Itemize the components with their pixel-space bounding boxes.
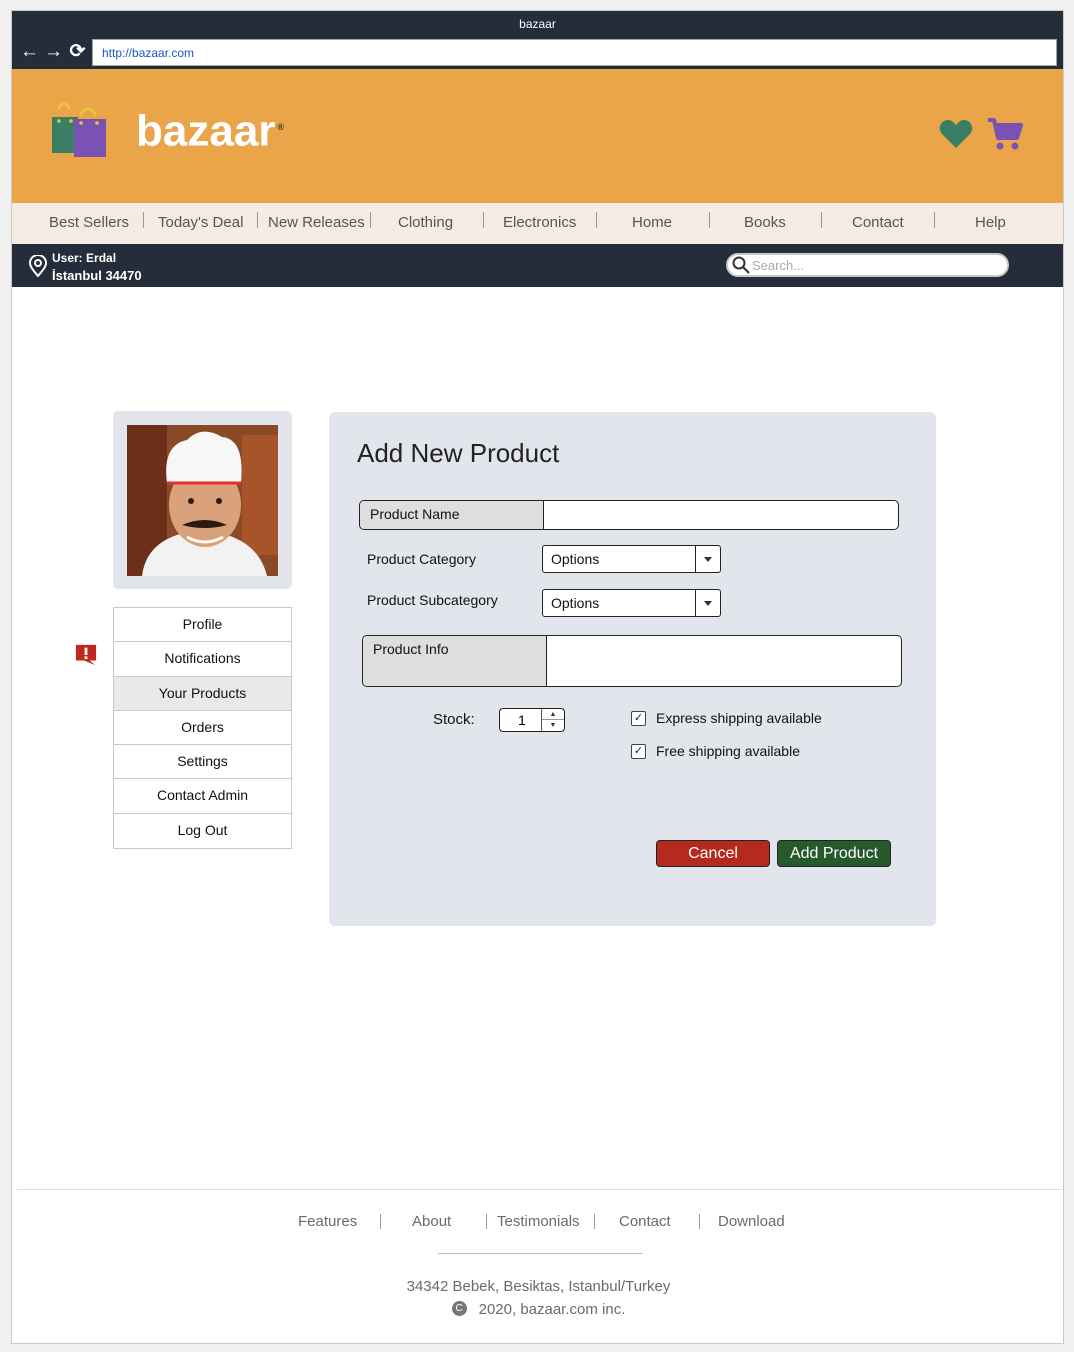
footer-separator	[486, 1214, 487, 1229]
menu-item-home[interactable]: Home	[632, 214, 672, 231]
footer-divider-short	[438, 1253, 643, 1254]
footer-divider	[17, 1189, 1062, 1190]
menu-separator	[934, 212, 935, 228]
site-logo[interactable]: bazaar ®	[50, 99, 330, 159]
menu-separator	[143, 212, 144, 228]
menu-item-books[interactable]: Books	[744, 214, 786, 231]
user-name: User: Erdal	[52, 251, 117, 265]
menu-separator	[821, 212, 822, 228]
search-placeholder: Search...	[752, 258, 805, 273]
location-pin-icon	[28, 255, 48, 277]
sidebar-item-profile[interactable]: Profile	[114, 608, 291, 643]
forward-arrow-icon[interactable]: →	[43, 41, 64, 63]
account-sidebar: Profile Notifications Your Products Orde…	[113, 607, 292, 850]
site-header: bazaar ®	[12, 69, 1063, 203]
menu-separator	[483, 212, 484, 228]
menu-item-help[interactable]: Help	[975, 214, 1006, 231]
sidebar-item-settings[interactable]: Settings	[114, 745, 291, 780]
brand-name: bazaar ®	[132, 101, 330, 156]
product-category-select[interactable]: Options	[542, 545, 721, 573]
footer-link-contact[interactable]: Contact	[619, 1213, 671, 1230]
add-product-button[interactable]: Add Product	[777, 840, 891, 867]
user-info: User: Erdal İstanbul 34470	[52, 250, 142, 284]
stock-label: Stock:	[433, 711, 475, 728]
footer-separator	[594, 1214, 595, 1229]
cart-icon[interactable]	[987, 117, 1023, 151]
heart-icon[interactable]	[939, 119, 973, 149]
footer-separator	[380, 1214, 381, 1229]
footer-link-about[interactable]: About	[412, 1213, 451, 1230]
checkbox-checked-icon[interactable]: ✓	[631, 743, 646, 759]
browser-window: bazaar ← → ⟳ http://bazaar.com bazaar®	[11, 10, 1064, 1344]
profile-photo-card	[113, 411, 292, 589]
shopping-bags-icon	[52, 102, 106, 157]
footer-link-testimonials[interactable]: Testimonials	[497, 1213, 580, 1230]
product-subcategory-value: Options	[551, 595, 600, 611]
browser-titlebar: bazaar ← → ⟳ http://bazaar.com	[12, 11, 1063, 69]
menu-item-todays-deal[interactable]: Today's Deal	[158, 214, 243, 231]
menu-separator	[596, 212, 597, 228]
menu-separator	[257, 212, 258, 228]
product-subcategory-label: Product Subcategory	[367, 592, 498, 608]
search-icon	[732, 256, 750, 274]
footer-address: 34342 Bebek, Besiktas, Istanbul/Turkey	[406, 1278, 671, 1295]
chevron-down-icon[interactable]	[695, 546, 720, 572]
menu-item-best-sellers[interactable]: Best Sellers	[49, 214, 129, 231]
notification-alert-icon[interactable]	[74, 644, 98, 666]
stock-value: 1	[518, 712, 526, 728]
product-name-field[interactable]: Product Name	[359, 500, 899, 530]
product-category-value: Options	[551, 551, 600, 567]
sidebar-item-notifications[interactable]: Notifications	[114, 642, 291, 677]
menu-item-contact[interactable]: Contact	[852, 214, 904, 231]
category-menu: Best Sellers Today's Deal New Releases C…	[12, 203, 1063, 244]
sidebar-item-log-out[interactable]: Log Out	[114, 813, 291, 849]
copyright-text: 2020, bazaar.com inc.	[478, 1301, 626, 1318]
profile-photo	[127, 425, 278, 576]
menu-item-new-releases[interactable]: New Releases	[268, 214, 365, 231]
reload-icon[interactable]: ⟳	[67, 41, 88, 63]
url-bar[interactable]: http://bazaar.com	[92, 39, 1057, 66]
product-subcategory-select[interactable]: Options	[542, 589, 721, 617]
footer-link-download[interactable]: Download	[718, 1213, 785, 1230]
window-title: bazaar	[519, 17, 556, 31]
sidebar-item-orders[interactable]: Orders	[114, 710, 291, 746]
panel-title: Add New Product	[357, 438, 560, 468]
footer-link-features[interactable]: Features	[298, 1213, 357, 1230]
menu-item-clothing[interactable]: Clothing	[398, 214, 453, 231]
sidebar-item-contact-admin[interactable]: Contact Admin	[114, 779, 291, 814]
add-product-panel: Add New Product Product Name Product Cat…	[329, 412, 936, 926]
decrement-icon[interactable]: ▼	[542, 720, 564, 731]
menu-separator	[709, 212, 710, 228]
footer-separator	[699, 1214, 700, 1229]
search-input[interactable]: Search...	[726, 253, 1009, 277]
product-category-label: Product Category	[367, 551, 476, 567]
menu-item-electronics[interactable]: Electronics	[503, 214, 576, 231]
express-shipping-label: Express shipping available	[656, 710, 822, 726]
product-info-field[interactable]: Product Info	[362, 635, 902, 687]
stock-stepper[interactable]: 1 ▲ ▼	[499, 708, 565, 732]
express-shipping-checkbox[interactable]: ✓ Express shipping available	[631, 710, 822, 726]
stepper-buttons: ▲ ▼	[541, 709, 564, 731]
product-name-label: Product Name	[360, 501, 544, 529]
footer-copyright: C 2020, bazaar.com inc.	[12, 1300, 1065, 1318]
menu-separator	[370, 212, 371, 228]
free-shipping-label: Free shipping available	[656, 743, 800, 759]
user-bar: User: Erdal İstanbul 34470 Search...	[12, 244, 1063, 287]
sidebar-item-your-products[interactable]: Your Products	[114, 676, 291, 711]
browser-nav: ← → ⟳	[19, 41, 88, 63]
product-info-label: Product Info	[363, 636, 547, 686]
increment-icon[interactable]: ▲	[542, 709, 564, 720]
header-icons	[939, 117, 1023, 151]
free-shipping-checkbox[interactable]: ✓ Free shipping available	[631, 743, 800, 759]
checkbox-checked-icon[interactable]: ✓	[631, 710, 646, 726]
back-arrow-icon[interactable]: ←	[19, 41, 40, 63]
copyright-icon: C	[451, 1300, 467, 1316]
chevron-down-icon[interactable]	[695, 590, 720, 616]
user-location: İstanbul 34470	[52, 268, 142, 283]
chef-avatar	[127, 425, 278, 576]
cancel-button[interactable]: Cancel	[656, 840, 770, 867]
